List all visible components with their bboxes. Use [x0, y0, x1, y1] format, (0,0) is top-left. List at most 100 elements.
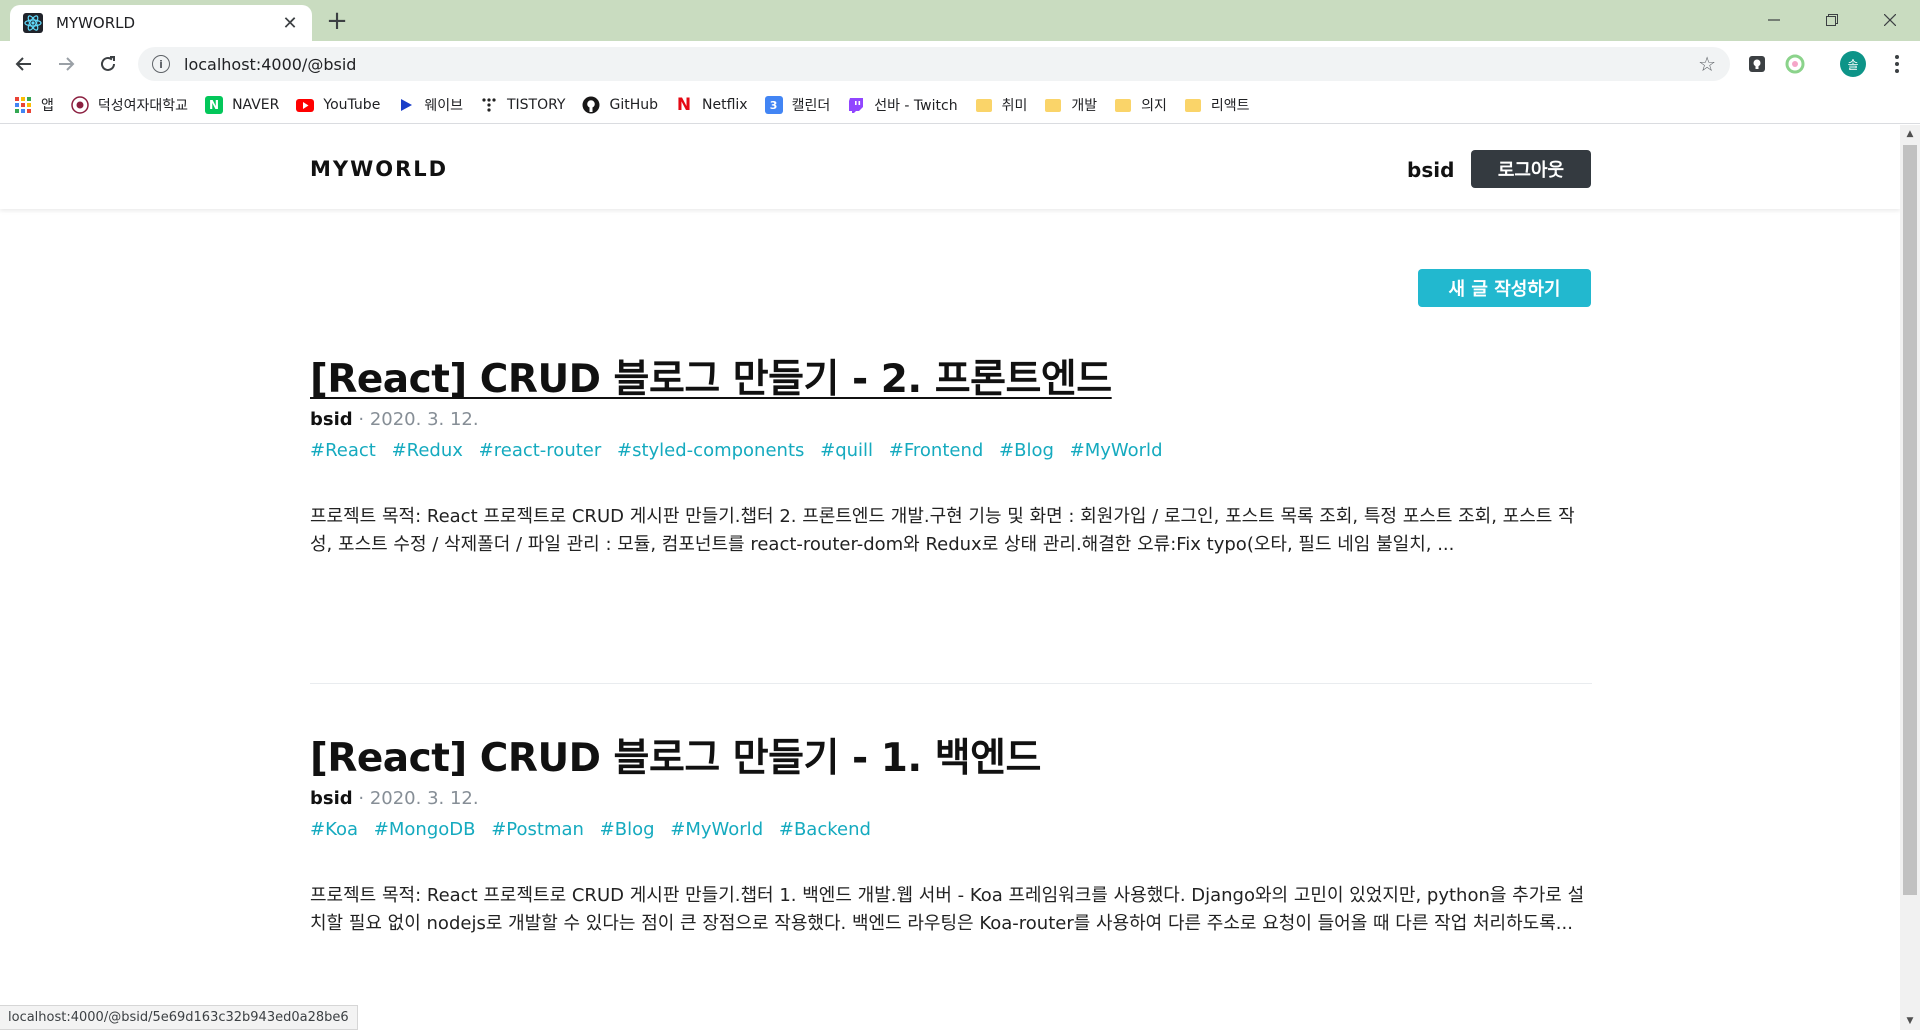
extension-swirl-icon[interactable]: [1780, 49, 1810, 79]
bookmark-label: 웨이브: [424, 98, 463, 114]
tag-link[interactable]: #Blog: [600, 819, 655, 840]
forward-arrow-icon[interactable]: [48, 46, 84, 82]
tag-link[interactable]: #MyWorld: [670, 819, 763, 840]
bookmark-duksung[interactable]: 덕성여자대학교: [71, 95, 188, 115]
post-item: [React] CRUD 블로그 만들기 - 2. 프론트엔드 bsid · 2…: [310, 355, 1592, 559]
post-date: 2020. 3. 12.: [369, 409, 479, 430]
bookmark-label: 개발: [1071, 98, 1098, 114]
bookmark-wavve[interactable]: 웨이브: [397, 95, 463, 115]
site-header: MYWORLD bsid 로그아웃: [0, 125, 1900, 209]
post-meta: bsid · 2020. 3. 12.: [310, 788, 1592, 809]
naver-icon: N: [205, 96, 224, 114]
folder-icon: [975, 96, 993, 114]
scrollbar-thumb[interactable]: [1903, 145, 1917, 895]
bookmark-tistory[interactable]: TISTORY: [480, 96, 565, 114]
tag-link[interactable]: #MyWorld: [1070, 440, 1163, 461]
scroll-down-arrow-icon[interactable]: ▼: [1900, 1012, 1920, 1030]
site-logo[interactable]: MYWORLD: [310, 157, 448, 181]
close-window-icon[interactable]: [1861, 0, 1919, 40]
menu-kebab-icon[interactable]: [1882, 49, 1912, 79]
back-arrow-icon[interactable]: [6, 46, 42, 82]
tag-link[interactable]: #Frontend: [889, 440, 984, 461]
bookmark-label: 캘린더: [791, 98, 831, 114]
logout-button[interactable]: 로그아웃: [1471, 150, 1591, 188]
bookmark-calendar[interactable]: 3 캘린더: [764, 95, 831, 115]
twitch-icon: [847, 96, 865, 114]
bookmark-github[interactable]: GitHub: [582, 96, 658, 114]
scroll-up-arrow-icon[interactable]: ▲: [1900, 125, 1920, 143]
github-icon: [582, 96, 600, 114]
youtube-icon: [296, 96, 315, 114]
tistory-icon: [480, 96, 498, 114]
apps-grid-icon: [14, 96, 32, 114]
write-post-button[interactable]: 새 글 작성하기: [1418, 269, 1591, 307]
bookmark-youtube[interactable]: YouTube: [296, 96, 380, 114]
address-bar[interactable]: i localhost:4000/@bsid ☆: [138, 47, 1730, 81]
tag-link[interactable]: #Backend: [779, 819, 871, 840]
bookmark-apps[interactable]: 앱: [14, 95, 54, 115]
bookmark-twitch[interactable]: 선바 - Twitch: [847, 95, 958, 115]
post-title-link[interactable]: [React] CRUD 블로그 만들기 - 2. 프론트엔드: [310, 355, 1592, 405]
close-tab-icon[interactable]: ✕: [280, 13, 300, 34]
post-tags: #Koa #MongoDB #Postman #Blog #MyWorld #B…: [310, 819, 1592, 840]
tag-link[interactable]: #MongoDB: [374, 819, 476, 840]
bookmark-folder-dev[interactable]: 개발: [1044, 95, 1097, 115]
tag-link[interactable]: #Blog: [999, 440, 1054, 461]
calendar-icon: 3: [764, 96, 783, 114]
bookmark-label: YouTube: [323, 97, 381, 113]
address-url[interactable]: localhost:4000/@bsid: [184, 55, 1698, 74]
bookmark-folder-react[interactable]: 리액트: [1184, 95, 1250, 115]
bookmark-naver[interactable]: N NAVER: [205, 96, 279, 114]
browser-toolbar: i localhost:4000/@bsid ☆ 솔: [0, 41, 1920, 87]
tag-link[interactable]: #Postman: [491, 819, 584, 840]
tag-link[interactable]: #React: [310, 440, 376, 461]
tag-link[interactable]: #styled-components: [617, 440, 804, 461]
bookmark-netflix[interactable]: N Netflix: [675, 95, 748, 115]
post-excerpt: 프로젝트 목적: React 프로젝트로 CRUD 게시판 만들기.챕터 1. …: [310, 885, 1585, 934]
netflix-icon: N: [676, 95, 692, 115]
bookmarks-bar: 앱 덕성여자대학교 N NAVER YouTube 웨이브 TISTORY Gi…: [0, 87, 1920, 124]
tab-title: MYWORLD: [56, 14, 136, 32]
bookmark-folder-will[interactable]: 의지: [1114, 95, 1167, 115]
new-tab-button[interactable]: +: [322, 7, 352, 37]
react-logo-icon: [22, 12, 44, 34]
restore-icon[interactable]: [1803, 0, 1861, 40]
bookmark-folder-hobby[interactable]: 취미: [975, 95, 1028, 115]
bookmark-label: 취미: [1001, 98, 1028, 114]
browser-tab-active[interactable]: MYWORLD ✕: [10, 5, 312, 41]
tag-link[interactable]: #quill: [820, 440, 873, 461]
page-viewport: MYWORLD bsid 로그아웃 새 글 작성하기 [React] CRUD …: [0, 125, 1900, 1030]
bookmark-label: 리액트: [1210, 98, 1250, 114]
wavve-icon: [397, 96, 415, 114]
post-excerpt: 프로젝트 목적: React 프로젝트로 CRUD 게시판 만들기.챕터 2. …: [310, 506, 1575, 555]
tag-link[interactable]: #react-router: [479, 440, 602, 461]
page-scrollbar[interactable]: ▲ ▼: [1900, 125, 1920, 1030]
profile-avatar[interactable]: 솔: [1838, 49, 1868, 79]
bookmark-label: 의지: [1141, 98, 1167, 114]
reload-icon[interactable]: [90, 46, 126, 82]
post-author[interactable]: bsid: [310, 409, 353, 430]
minimize-icon[interactable]: [1745, 0, 1803, 40]
post-meta: bsid · 2020. 3. 12.: [310, 409, 1592, 430]
post-divider: [310, 683, 1592, 684]
folder-icon: [1114, 96, 1132, 114]
post-item: [React] CRUD 블로그 만들기 - 1. 백엔드 bsid · 202…: [310, 734, 1592, 938]
bookmark-label: NAVER: [232, 97, 280, 113]
tag-link[interactable]: #Koa: [310, 819, 358, 840]
post-title-link[interactable]: [React] CRUD 블로그 만들기 - 1. 백엔드: [310, 734, 1592, 784]
site-info-icon[interactable]: i: [152, 55, 170, 73]
post-tags: #React #Redux #react-router #styled-comp…: [310, 440, 1592, 461]
post-author[interactable]: bsid: [310, 788, 353, 809]
bookmark-star-icon[interactable]: ☆: [1698, 52, 1716, 76]
header-username: bsid: [1407, 158, 1455, 182]
university-seal-icon: [71, 96, 89, 114]
tag-link[interactable]: #Redux: [392, 440, 463, 461]
meta-separator: ·: [352, 409, 370, 430]
bookmark-label: 앱: [41, 98, 54, 114]
profile-initial: 솔: [1840, 51, 1866, 77]
bookmark-label: 덕성여자대학교: [97, 98, 189, 114]
folder-icon: [1184, 96, 1202, 114]
meta-separator: ·: [352, 788, 370, 809]
bookmark-label: GitHub: [609, 97, 658, 113]
extension-bulb-icon[interactable]: [1742, 49, 1772, 79]
